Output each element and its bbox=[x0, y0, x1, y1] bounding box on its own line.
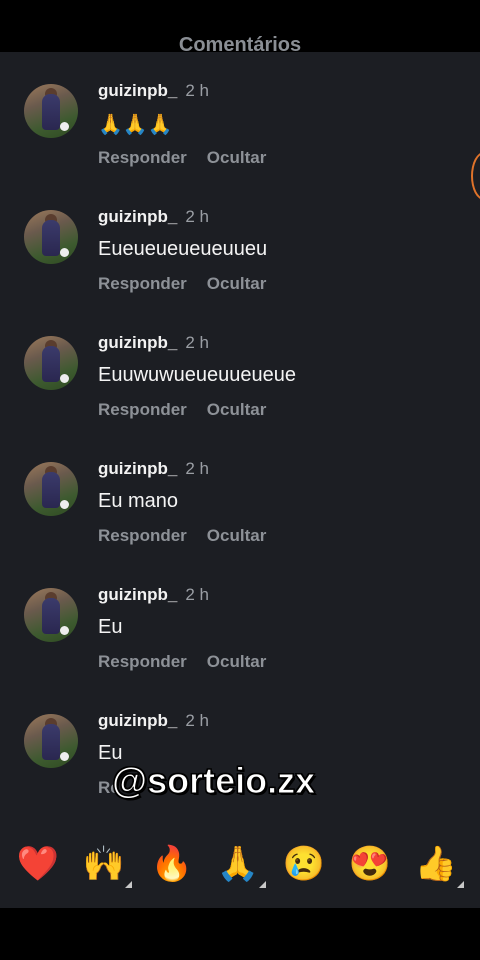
reply-button[interactable]: Responder bbox=[98, 652, 187, 671]
avatar[interactable] bbox=[24, 462, 78, 516]
reply-button[interactable]: Responder bbox=[98, 148, 187, 167]
comment-text: 🙏🙏🙏 bbox=[98, 114, 173, 136]
comment-time: 2 h bbox=[185, 81, 209, 100]
comment-item: guizinpb_ 2 h Eu mano Responder Ocultar bbox=[0, 430, 480, 556]
hide-button[interactable]: Ocultar bbox=[207, 274, 267, 293]
raising-hands-glyph: 🙌 bbox=[82, 845, 126, 883]
comment-item: guizinpb_ 2 h Eueueueueueuueu Responder Oc… bbox=[0, 178, 480, 304]
comment-item: guizinpb_ 2 h 🙏🙏🙏 Responder Ocultar bbox=[0, 52, 480, 178]
comment-username[interactable]: guizinpb_ bbox=[98, 585, 177, 604]
red-heart-icon[interactable]: ❤️ bbox=[16, 842, 60, 886]
comment-username[interactable]: guizinpb_ bbox=[98, 81, 177, 100]
comment-time: 2 h bbox=[185, 207, 209, 226]
comment-username[interactable]: guizinpb_ bbox=[98, 207, 177, 226]
raising-hands-icon[interactable]: 🙌 bbox=[82, 842, 132, 888]
thumbs-up-glyph: 👍 bbox=[414, 845, 458, 883]
avatar[interactable] bbox=[24, 210, 78, 264]
comment-time: 2 h bbox=[185, 333, 209, 352]
comment-time: 2 h bbox=[185, 711, 209, 730]
bottom-bar bbox=[0, 908, 480, 960]
hide-button[interactable]: Ocultar bbox=[207, 148, 267, 167]
crying-face-icon[interactable]: 😢 bbox=[282, 842, 326, 886]
top-bar: Comentários bbox=[0, 0, 480, 52]
comment-text: Eu mano bbox=[98, 490, 179, 512]
comment-text: Eu bbox=[98, 616, 123, 638]
reply-button[interactable]: Responder bbox=[98, 526, 187, 545]
hide-button[interactable]: Ocultar bbox=[207, 652, 267, 671]
fire-icon[interactable]: 🔥 bbox=[150, 842, 194, 886]
heart-eyes-icon[interactable]: 😍 bbox=[348, 842, 392, 886]
comment-username[interactable]: guizinpb_ bbox=[98, 459, 177, 478]
comment-username[interactable]: guizinpb_ bbox=[98, 333, 177, 352]
comment-time: 2 h bbox=[185, 459, 209, 478]
reaction-bar: ❤️ 🙌 🔥 🙏 😢 😍 👍 bbox=[0, 830, 480, 896]
folded-hands-glyph: 🙏 bbox=[216, 845, 260, 883]
avatar[interactable] bbox=[24, 336, 78, 390]
skin-tone-indicator-icon bbox=[259, 881, 266, 888]
comment-item: guizinpb_ 2 h Euuwuwueueuueueue Responder… bbox=[0, 304, 480, 430]
avatar[interactable] bbox=[24, 588, 78, 642]
hide-button[interactable]: Ocultar bbox=[207, 400, 267, 419]
folded-hands-icon[interactable]: 🙏 bbox=[216, 842, 266, 888]
watermark-text: @sorteio.zx bbox=[111, 760, 316, 802]
reply-button[interactable]: Responder bbox=[98, 400, 187, 419]
reply-button[interactable]: Responder bbox=[98, 274, 187, 293]
comment-text: Euuwuwueueuueueue bbox=[98, 364, 296, 386]
sheet-title: Comentários bbox=[178, 34, 302, 52]
hide-button[interactable]: Ocultar bbox=[207, 526, 267, 545]
skin-tone-indicator-icon bbox=[457, 881, 464, 888]
comment-item: guizinpb_ 2 h Eu Responder Ocultar bbox=[0, 556, 480, 682]
skin-tone-indicator-icon bbox=[125, 881, 132, 888]
comment-text: Eueueueueueuueu bbox=[98, 238, 268, 260]
comment-time: 2 h bbox=[185, 585, 209, 604]
thumbs-up-icon[interactable]: 👍 bbox=[414, 842, 464, 888]
comment-username[interactable]: guizinpb_ bbox=[98, 711, 177, 730]
avatar[interactable] bbox=[24, 714, 78, 768]
avatar[interactable] bbox=[24, 84, 78, 138]
